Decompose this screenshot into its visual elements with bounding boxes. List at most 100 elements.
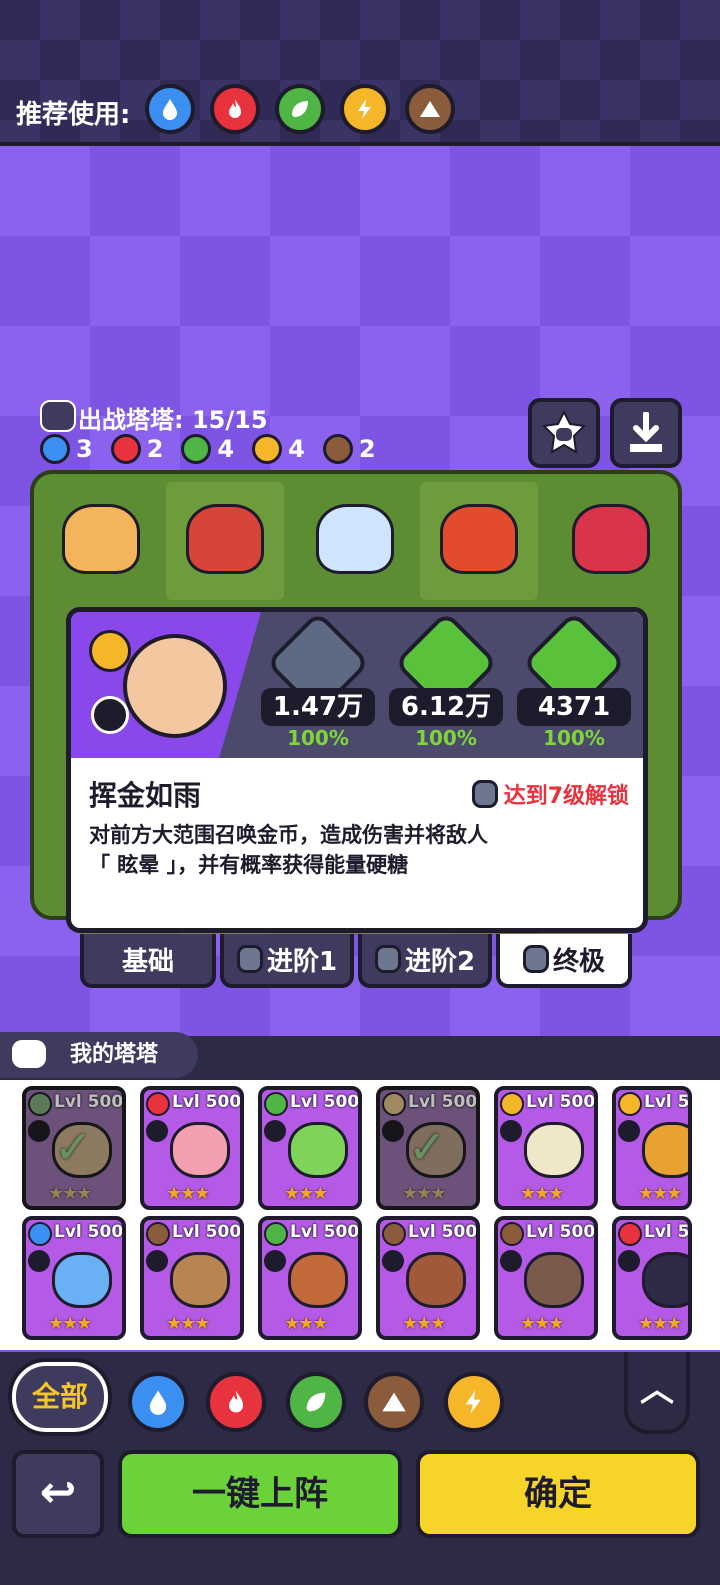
fire-icon xyxy=(229,1390,243,1413)
tower-card[interactable]: Lvl 500 ★★★ xyxy=(494,1216,598,1340)
battle-slot[interactable] xyxy=(420,482,538,600)
star-rating: ★★★ xyxy=(520,1183,564,1204)
expand-roster-button[interactable]: ︿ xyxy=(624,1352,690,1434)
tower-card[interactable]: Lvl 500 ★★★ xyxy=(258,1086,362,1210)
level-label: Lvl 500 xyxy=(526,1222,596,1242)
tab-advanced-1[interactable]: 进阶1 xyxy=(220,934,354,988)
level-label: Lvl 5 xyxy=(644,1222,690,1242)
star-rating: ★★★ xyxy=(166,1183,210,1204)
star-rating: ★★★ xyxy=(402,1313,446,1334)
water-icon xyxy=(28,1222,52,1246)
tower-card[interactable]: Lvl 500 ★★★ xyxy=(494,1086,598,1210)
role-icon xyxy=(264,1120,286,1142)
unload-button[interactable] xyxy=(610,398,682,468)
cat-icon xyxy=(12,1040,46,1068)
earth-icon xyxy=(500,1222,524,1246)
tower-portrait xyxy=(642,1122,688,1178)
element-count-row: 3 2 4 4 2 xyxy=(40,434,376,464)
attack-stat: 1.47万 100% xyxy=(261,612,375,754)
tower-portrait xyxy=(288,1252,348,1308)
role-icon xyxy=(28,1250,50,1272)
lock-icon xyxy=(522,945,549,973)
recommend-label: 推荐使用: xyxy=(16,100,131,130)
tower-card[interactable]: Lvl 500 ★★★ xyxy=(22,1216,126,1340)
lock-icon xyxy=(374,945,401,973)
confirm-button[interactable]: 确定 xyxy=(416,1450,700,1538)
download-icon xyxy=(630,412,662,452)
tower-portrait xyxy=(524,1252,584,1308)
filter-leaf-button[interactable] xyxy=(286,1372,346,1432)
tab-ultimate[interactable]: 终极 xyxy=(496,934,632,988)
battle-slot[interactable] xyxy=(552,482,670,600)
leaf-icon xyxy=(28,1092,52,1116)
earth-icon xyxy=(382,1222,406,1246)
earth-icon xyxy=(146,1222,170,1246)
filter-lightning-button[interactable] xyxy=(444,1372,504,1432)
role-icon xyxy=(500,1250,522,1272)
filter-earth-button[interactable] xyxy=(364,1372,424,1432)
role-icon xyxy=(618,1120,640,1142)
water-icon xyxy=(149,1390,167,1415)
tower-portrait xyxy=(288,1122,348,1178)
back-button[interactable]: ↩ xyxy=(12,1450,104,1538)
battle-slot[interactable] xyxy=(166,482,284,600)
tower-card[interactable]: Lvl 500 ★★★ xyxy=(612,1086,692,1210)
lightning-icon xyxy=(340,84,390,134)
leaf-icon xyxy=(306,1392,326,1412)
tower-card[interactable]: Lvl 500 ✓ ★★★ xyxy=(22,1086,126,1210)
role-icon xyxy=(618,1250,640,1272)
tab-advanced-2[interactable]: 进阶2 xyxy=(358,934,492,988)
calico-cat-monster xyxy=(62,504,140,574)
star-rating: ★★★ xyxy=(284,1183,328,1204)
leaf-icon xyxy=(264,1222,288,1246)
filter-fire-button[interactable] xyxy=(206,1372,266,1432)
tower-card[interactable]: Lvl 500 ★★★ xyxy=(376,1216,480,1340)
star-rating: ★★★ xyxy=(166,1313,210,1334)
tower-portrait xyxy=(123,634,227,738)
battle-slot[interactable] xyxy=(296,482,414,600)
tower-card[interactable]: Lvl 500 ★★★ xyxy=(140,1086,244,1210)
auto-deploy-button[interactable]: 一键上阵 xyxy=(118,1450,402,1538)
role-icon xyxy=(28,1120,50,1142)
role-icon xyxy=(500,1120,522,1142)
tower-portrait xyxy=(524,1122,584,1178)
level-label: Lvl 500 xyxy=(408,1222,478,1242)
water-count: 3 xyxy=(40,434,93,464)
star-rating: ★★★ xyxy=(48,1183,92,1204)
fire-count: 2 xyxy=(110,434,163,464)
star-rating: ★★★ xyxy=(638,1183,682,1204)
filter-water-button[interactable] xyxy=(128,1372,188,1432)
health-stat: 6.12万 100% xyxy=(389,612,503,754)
lightning-count: 4 xyxy=(252,434,305,464)
tower-portrait xyxy=(170,1122,230,1178)
lightning-icon xyxy=(252,434,283,464)
filter-all-button[interactable]: 全部 xyxy=(12,1362,108,1432)
star-rating: ★★★ xyxy=(520,1313,564,1334)
tower-card[interactable]: Lvl 500 ★★★ xyxy=(140,1216,244,1340)
tower-card[interactable]: Lvl 5 ★★★ xyxy=(612,1216,692,1340)
tower-card[interactable]: Lvl 500 ★★★ xyxy=(258,1216,362,1340)
water-icon xyxy=(145,84,195,134)
star-rating: ★★★ xyxy=(284,1313,328,1334)
tab-basic[interactable]: 基础 xyxy=(80,934,216,988)
earth-icon xyxy=(382,1392,406,1412)
role-icon xyxy=(382,1120,404,1142)
return-arrow-icon: ↩ xyxy=(39,1467,77,1518)
lightning-icon xyxy=(500,1092,524,1116)
fire-icon xyxy=(110,434,141,464)
level-label: Lvl 500 xyxy=(526,1092,596,1112)
lock-icon xyxy=(471,780,498,808)
level-label: Lvl 500 xyxy=(290,1092,360,1112)
level-label: Lvl 500 xyxy=(54,1092,124,1112)
role-icon xyxy=(382,1250,404,1272)
fire-icon xyxy=(618,1222,642,1246)
earth-icon xyxy=(322,434,353,464)
lightning-icon xyxy=(618,1092,642,1116)
tower-card[interactable]: Lvl 500 ✓ ★★★ xyxy=(376,1086,480,1210)
tower-portrait xyxy=(642,1252,688,1308)
team-emblem-button[interactable] xyxy=(528,398,600,468)
tower-portrait xyxy=(406,1252,466,1308)
fire-icon xyxy=(210,84,260,134)
battle-slot[interactable] xyxy=(42,482,160,600)
checkmark-icon: ✓ xyxy=(408,1120,447,1174)
